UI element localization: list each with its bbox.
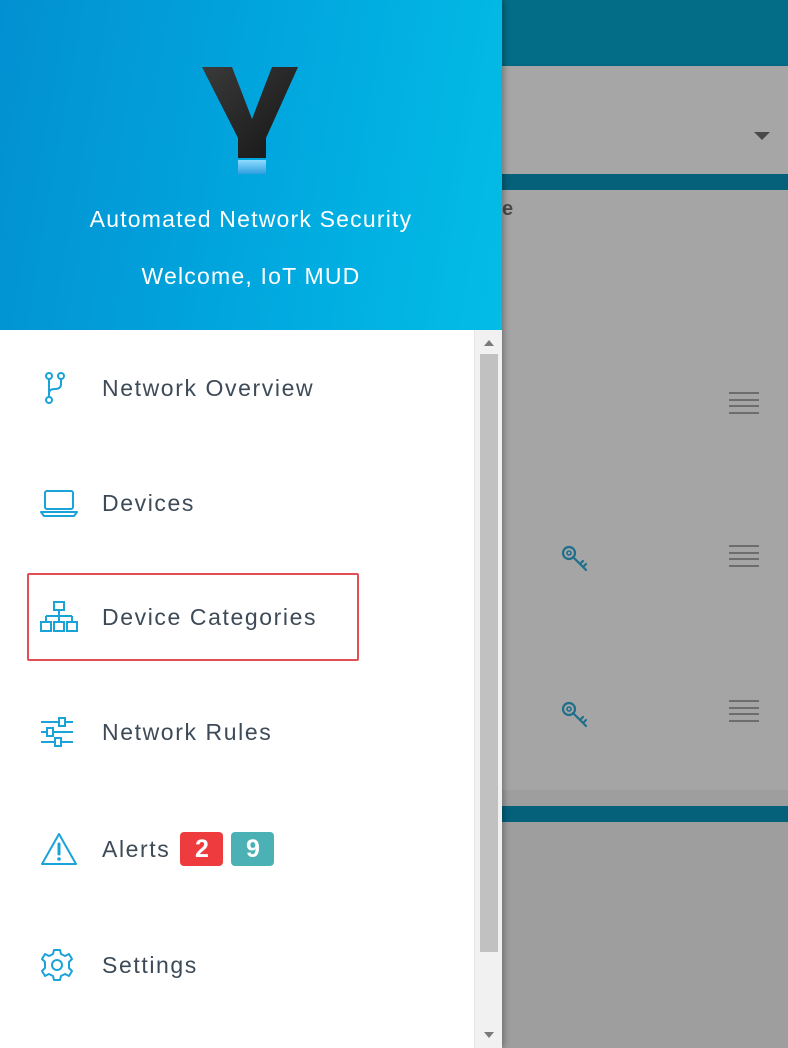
welcome-message: Welcome, IoT MUD bbox=[141, 263, 361, 289]
sliders-icon bbox=[40, 712, 80, 752]
menu-item-label: Network Rules bbox=[102, 718, 273, 745]
network-branch-icon bbox=[40, 368, 80, 408]
key-icon bbox=[561, 545, 588, 572]
selection-highlight bbox=[27, 573, 359, 661]
menu-item-label: Settings bbox=[102, 951, 198, 978]
scrollbar-thumb[interactable] bbox=[480, 354, 498, 952]
background-select bbox=[502, 66, 788, 174]
background-card-header bbox=[502, 174, 788, 190]
navigation-drawer: Automated Network Security Welcome, IoT … bbox=[0, 0, 502, 1048]
dropdown-caret-icon bbox=[754, 132, 770, 140]
menu-item-label: Network Overview bbox=[102, 374, 315, 401]
menu-item-network-rules[interactable]: Network Rules bbox=[40, 702, 460, 762]
menu-item-network-overview[interactable]: Network Overview bbox=[40, 358, 460, 418]
brand-logo bbox=[202, 67, 298, 174]
laptop-icon bbox=[40, 483, 80, 523]
gear-icon bbox=[40, 945, 80, 985]
row-menu-icon bbox=[729, 700, 759, 722]
drawer-menu: Network Overview Devices Device Categori… bbox=[0, 330, 474, 1048]
key-icon bbox=[561, 701, 588, 728]
menu-item-devices[interactable]: Devices bbox=[40, 473, 460, 533]
critical-alert-count-badge: 2 bbox=[180, 832, 224, 866]
menu-item-label: Devices bbox=[102, 489, 196, 516]
row-menu-icon bbox=[729, 545, 759, 567]
background-card-footer bbox=[502, 806, 788, 822]
drawer-scrollbar[interactable] bbox=[474, 330, 502, 1048]
row-menu-icon bbox=[729, 392, 759, 414]
drawer-header: Automated Network Security Welcome, IoT … bbox=[0, 0, 502, 330]
alert-count-badge: 9 bbox=[231, 832, 275, 866]
menu-item-alerts[interactable]: Alerts 2 9 bbox=[40, 819, 460, 879]
background-card-heading: e bbox=[502, 198, 514, 220]
menu-item-settings[interactable]: Settings bbox=[40, 935, 460, 995]
scroll-up-arrow-icon[interactable] bbox=[484, 340, 494, 346]
menu-item-label: Alerts bbox=[102, 835, 171, 862]
scroll-down-arrow-icon[interactable] bbox=[484, 1032, 494, 1038]
app-title: Automated Network Security bbox=[89, 206, 413, 232]
warning-icon bbox=[40, 829, 80, 869]
